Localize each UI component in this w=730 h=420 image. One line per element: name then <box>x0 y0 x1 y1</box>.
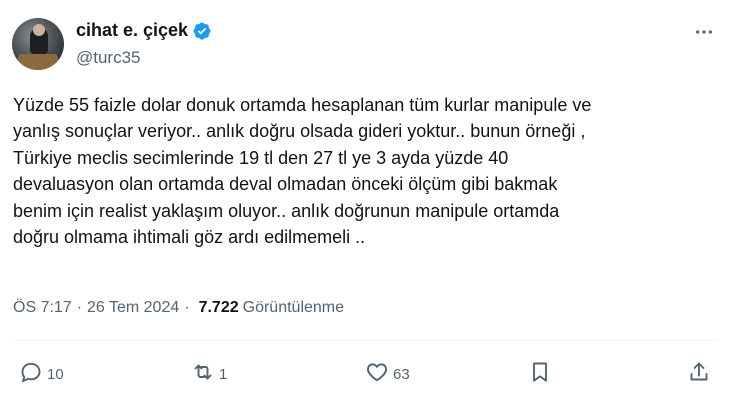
views-count[interactable]: 7.722 <box>199 299 239 317</box>
display-name[interactable]: cihat e. çiçek <box>76 20 188 41</box>
tweet-date[interactable]: 26 Tem 2024 <box>87 299 179 317</box>
share-icon <box>687 360 711 388</box>
divider <box>13 340 717 341</box>
tweet-meta: ÖS 7:17 · 26 Tem 2024 · 7.722 Görüntülen… <box>13 299 344 317</box>
bookmark-icon <box>528 360 552 388</box>
verified-badge-icon <box>192 21 212 41</box>
tweet-text: Yüzde 55 faizle dolar donuk ortamda hesa… <box>13 95 592 248</box>
retweet-icon <box>191 360 215 388</box>
like-icon <box>365 360 389 388</box>
meta-separator: · <box>184 299 190 316</box>
reply-button[interactable]: 10 <box>19 354 64 394</box>
more-icon[interactable] <box>692 20 716 44</box>
like-button[interactable]: 63 <box>365 354 410 394</box>
bookmark-button[interactable] <box>528 354 552 394</box>
tweet-time[interactable]: ÖS 7:17 <box>13 299 72 317</box>
like-count: 63 <box>393 365 410 383</box>
avatar[interactable] <box>12 18 64 70</box>
action-bar: 10 1 63 <box>13 354 717 394</box>
retweet-button[interactable]: 1 <box>191 354 227 394</box>
avatar-base-shape <box>18 54 58 70</box>
retweet-count: 1 <box>219 365 228 383</box>
tweet-header: cihat e. çiçek @turc35 <box>12 14 718 70</box>
meta-separator: · <box>76 299 83 316</box>
name-row: cihat e. çiçek <box>76 20 212 41</box>
handle[interactable]: @turc35 <box>76 48 141 68</box>
reply-count: 10 <box>47 365 64 383</box>
share-button[interactable] <box>687 354 711 394</box>
views-label: Görüntülenme <box>242 299 345 316</box>
avatar-head-shape <box>33 24 45 36</box>
reply-icon <box>19 360 43 388</box>
